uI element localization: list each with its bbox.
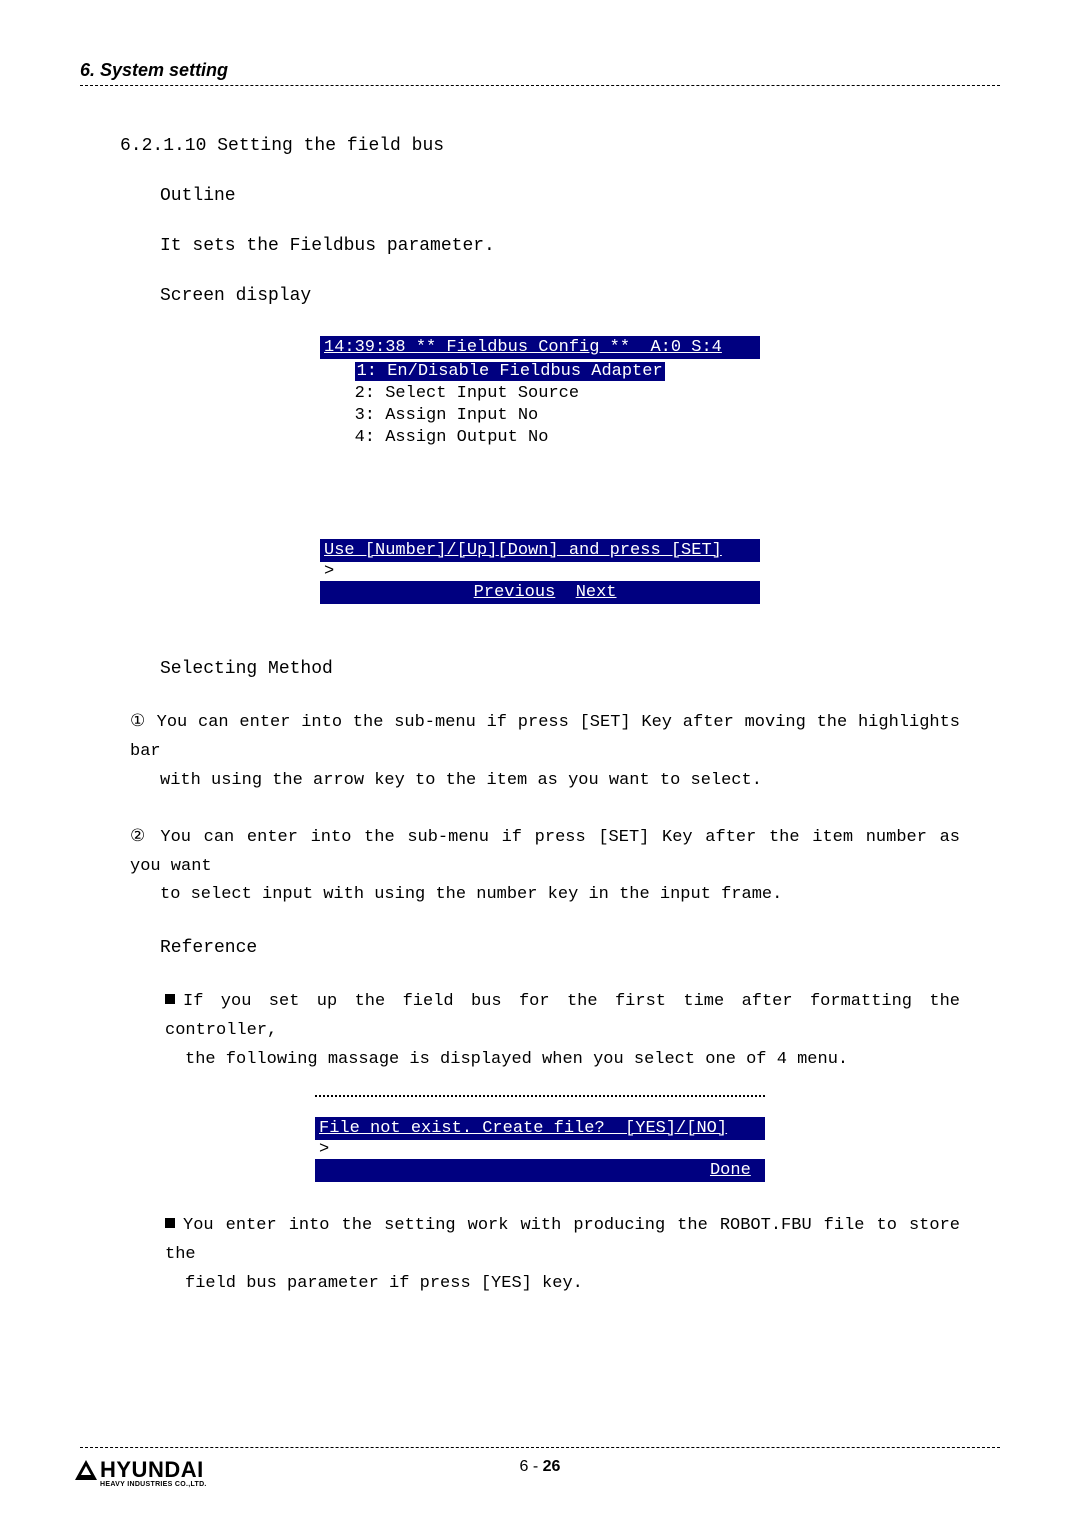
page-prefix: 6 - <box>520 1458 543 1475</box>
step-1-line-1: ① You can enter into the sub-menu if pre… <box>130 713 960 761</box>
screen-input-line[interactable]: > <box>320 562 760 581</box>
selecting-method-heading: Selecting Method <box>160 659 1000 679</box>
done-button[interactable]: Done <box>710 1161 751 1180</box>
menu-item-4[interactable]: 4: Assign Output No <box>324 427 756 449</box>
reference-bullet-1: If you set up the field bus for the firs… <box>165 988 960 1075</box>
brand-name: HYUNDAI <box>100 1457 204 1483</box>
brand-subtitle: HEAVY INDUSTRIES CO.,LTD. <box>100 1481 207 1488</box>
menu-item-1-label: 1: En/Disable Fieldbus Adapter <box>355 362 665 381</box>
outline-text: It sets the Fieldbus parameter. <box>160 236 1000 256</box>
header-divider <box>80 85 1000 86</box>
step-2-line-1: ② You can enter into the sub-menu if pre… <box>130 828 960 876</box>
step-2: ② You can enter into the sub-menu if pre… <box>130 824 960 911</box>
square-bullet-icon <box>165 994 175 1004</box>
page-num-value: 26 <box>543 1458 561 1475</box>
menu-item-4-label: 4: Assign Output No <box>355 428 549 447</box>
square-bullet-icon <box>165 1218 175 1228</box>
reference-heading: Reference <box>160 938 1000 958</box>
create-file-dialog: File not exist. Create file? [YES]/[NO] … <box>315 1095 765 1182</box>
fieldbus-config-screen: 14:39:38 ** Fieldbus Config ** A:0 S:4 1… <box>320 336 760 604</box>
menu-item-2-label: 2: Select Input Source <box>355 384 579 403</box>
menu-item-1[interactable]: 1: En/Disable Fieldbus Adapter <box>324 361 756 383</box>
screen-display-heading: Screen display <box>160 286 1000 306</box>
dialog-message: File not exist. Create file? [YES]/[NO] <box>315 1117 765 1140</box>
screen-hint-bar: Use [Number]/[Up][Down] and press [SET] <box>320 539 760 562</box>
ref2-line-1: You enter into the setting work with pro… <box>165 1216 960 1264</box>
menu-item-3[interactable]: 3: Assign Input No <box>324 405 756 427</box>
screen-title-bar: 14:39:38 ** Fieldbus Config ** A:0 S:4 <box>320 336 760 359</box>
screen-menu-area: 1: En/Disable Fieldbus Adapter 2: Select… <box>320 359 760 539</box>
step-1: ① You can enter into the sub-menu if pre… <box>130 709 960 796</box>
brand-logo: HYUNDAI HEAVY INDUSTRIES CO.,LTD. <box>75 1457 207 1488</box>
outline-heading: Outline <box>160 186 1000 206</box>
ref1-line-1: If you set up the field bus for the firs… <box>165 992 960 1040</box>
screen-bottom-bar: Previous Next <box>320 581 760 604</box>
reference-bullet-2: You enter into the setting work with pro… <box>165 1212 960 1299</box>
section-number: 6.2.1.10 Setting the field bus <box>120 136 1000 156</box>
next-button[interactable]: Next <box>576 583 617 602</box>
previous-button[interactable]: Previous <box>474 583 556 602</box>
footer-divider <box>80 1447 1000 1448</box>
step-2-line-2: to select input with using the number ke… <box>160 881 960 910</box>
dialog-bottom-bar: Done <box>315 1159 765 1182</box>
triangle-icon <box>75 1460 97 1480</box>
menu-item-2[interactable]: 2: Select Input Source <box>324 383 756 405</box>
menu-item-3-label: 3: Assign Input No <box>355 406 539 425</box>
ref1-line-2: the following massage is displayed when … <box>185 1050 848 1069</box>
step-1-line-2: with using the arrow key to the item as … <box>160 767 960 796</box>
page-header: 6. System setting <box>80 60 1000 81</box>
ref2-line-2: field bus parameter if press [YES] key. <box>185 1274 583 1293</box>
dialog-input-line[interactable]: > <box>315 1140 765 1159</box>
